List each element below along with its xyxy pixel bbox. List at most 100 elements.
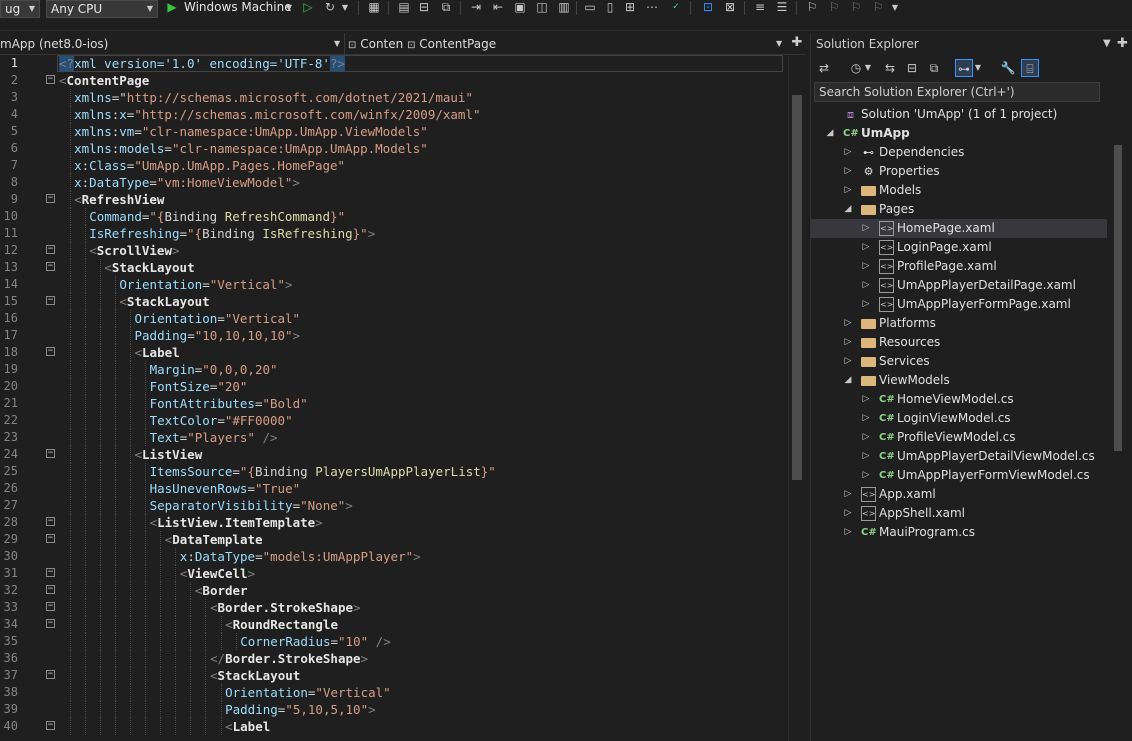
code-line[interactable]: 21 FontAttributes="Bold" <box>0 395 790 412</box>
toolbar-overflow-icon[interactable]: ▼ <box>890 0 900 16</box>
expand-node-icon[interactable]: ▷ <box>843 181 853 200</box>
tree-item[interactable]: ⧈ Solution 'UmApp' (1 of 1 project) <box>811 105 1107 124</box>
start-debugging-icon[interactable]: ▶ <box>164 0 180 16</box>
tree-item[interactable]: ▷ C# HomeViewModel.cs <box>811 390 1107 409</box>
expand-node-icon[interactable]: ▷ <box>843 485 853 504</box>
filter-dropdown-icon[interactable]: ▼ <box>973 59 983 77</box>
expand-node-icon[interactable]: ▷ <box>843 162 853 181</box>
sync-with-document-icon[interactable]: ⇆ <box>881 59 899 77</box>
comment-icon[interactable]: ⊡ <box>700 0 716 16</box>
collapse-node-icon[interactable]: ◢ <box>843 371 853 390</box>
collapse-region-icon[interactable]: − <box>46 194 55 203</box>
properties-wrench-icon[interactable]: 🔧 <box>999 59 1017 77</box>
terminal-icon[interactable]: ▣ <box>512 0 528 16</box>
project-context-dropdown[interactable]: mApp (net8.0-ios) ▼ <box>0 33 345 55</box>
expand-node-icon[interactable]: ▷ <box>843 523 853 542</box>
code-line[interactable]: 1 <?xml version='1.0' encoding='UTF-8'?> <box>0 55 790 72</box>
panel-icon[interactable]: ▥ <box>556 0 572 16</box>
code-line[interactable]: 38 Orientation="Vertical" <box>0 684 790 701</box>
tree-item[interactable]: ▷ <> AppShell.xaml <box>811 504 1107 523</box>
tree-item[interactable]: ▷ C# ProfileViewModel.cs <box>811 428 1107 447</box>
solution-platform-combo[interactable]: Any CPU ▼ <box>46 0 158 18</box>
expand-node-icon[interactable]: ▷ <box>861 409 871 428</box>
prev-bookmark-icon[interactable]: ⚐ <box>826 0 842 16</box>
tree-item[interactable]: ▷ Platforms <box>811 314 1107 333</box>
code-line[interactable]: 24 − <ListView <box>0 446 790 463</box>
code-line[interactable]: 10 Command="{Binding RefreshCommand}" <box>0 208 790 225</box>
code-line[interactable]: 35 CornerRadius="10" /> <box>0 633 790 650</box>
uncomment-icon[interactable]: ⊠ <box>722 0 738 16</box>
expand-node-icon[interactable]: ▷ <box>843 504 853 523</box>
code-line[interactable]: 40 − <Label <box>0 718 790 735</box>
tree-item[interactable]: ▷ <> HomePage.xaml <box>811 219 1107 238</box>
tree-item[interactable]: ▷ <> UmAppPlayerFormPage.xaml <box>811 295 1107 314</box>
collapse-node-icon[interactable]: ◢ <box>843 200 853 219</box>
solution-explorer-search-input[interactable] <box>814 82 1100 102</box>
code-line[interactable]: 4 xmlns:x="http://schemas.microsoft.com/w… <box>0 106 790 123</box>
expand-node-icon[interactable]: ▷ <box>861 390 871 409</box>
code-line[interactable]: 31 − <ViewCell> <box>0 565 790 582</box>
next-bookmark-icon[interactable]: ⚐ <box>848 0 864 16</box>
collapse-region-icon[interactable]: − <box>46 670 55 679</box>
code-line[interactable]: 3 xmlns="http://schemas.microsoft.com/dot… <box>0 89 790 106</box>
collapse-region-icon[interactable]: − <box>46 75 55 84</box>
editor-vertical-scrollbar[interactable] <box>788 55 804 741</box>
expand-node-icon[interactable]: ▷ <box>861 295 871 314</box>
code-line[interactable]: 26 HasUnevenRows="True" <box>0 480 790 497</box>
code-line[interactable]: 11 IsRefreshing="{Binding IsRefreshing}"> <box>0 225 790 242</box>
clear-bookmarks-icon[interactable]: ⚐ <box>870 0 886 16</box>
collapse-region-icon[interactable]: − <box>46 262 55 271</box>
expand-node-icon[interactable]: ▷ <box>861 257 871 276</box>
expand-node-icon[interactable]: ▷ <box>843 143 853 162</box>
filter-icon[interactable]: ⊶ <box>955 59 973 77</box>
code-line[interactable]: 36 </Border.StrokeShape> <box>0 650 790 667</box>
hot-reload-dropdown-icon[interactable]: ▼ <box>340 0 350 16</box>
hot-reload-icon[interactable]: ↻ <box>322 0 338 16</box>
collapse-region-icon[interactable]: − <box>46 602 55 611</box>
switch-views-icon[interactable]: ⇄ <box>815 59 833 77</box>
tree-item[interactable]: ▷ ⊷ Dependencies <box>811 143 1107 162</box>
expand-node-icon[interactable]: ▷ <box>861 219 871 238</box>
collapse-node-icon[interactable]: ◢ <box>825 124 835 143</box>
code-line[interactable]: 12 − <ScrollView> <box>0 242 790 259</box>
tree-item[interactable]: ▷ ⚙ Properties <box>811 162 1107 181</box>
run-target-button[interactable]: Windows Machine <box>184 0 292 15</box>
code-line[interactable]: 34 − <RoundRectangle <box>0 616 790 633</box>
tree-item[interactable]: ◢ ViewModels <box>811 371 1107 390</box>
code-line[interactable]: 22 TextColor="#FF0000" <box>0 412 790 429</box>
code-line[interactable]: 14 Orientation="Vertical"> <box>0 276 790 293</box>
expand-node-icon[interactable]: ▷ <box>861 428 871 447</box>
element-navigation-dropdown[interactable]: ⊡ Conten ⊡ ContentPage ▼ <box>348 33 788 55</box>
run-target-dropdown-icon[interactable]: ▼ <box>284 0 294 16</box>
pending-changes-dropdown-icon[interactable]: ▼ <box>863 59 873 77</box>
code-line[interactable]: 16 Orientation="Vertical" <box>0 310 790 327</box>
collapse-region-icon[interactable]: − <box>46 245 55 254</box>
collapse-region-icon[interactable]: − <box>46 568 55 577</box>
indent-icon[interactable]: ≡ <box>752 0 768 16</box>
device-icon[interactable]: ▯ <box>602 0 618 16</box>
code-line[interactable]: 6 xmlns:models="clr-namespace:UmApp.UmApp… <box>0 140 790 157</box>
open-folder-icon[interactable]: ▦ <box>366 0 382 16</box>
code-line[interactable]: 2 − <ContentPage <box>0 72 790 89</box>
code-line[interactable]: 33 − <Border.StrokeShape> <box>0 599 790 616</box>
step-into-icon[interactable]: ⇥ <box>468 0 484 16</box>
code-line[interactable]: 15 − <StackLayout <box>0 293 790 310</box>
tree-item[interactable]: ▷ C# UmAppPlayerDetailViewModel.cs <box>811 447 1107 466</box>
code-line[interactable]: 32 − <Border <box>0 582 790 599</box>
collapse-region-icon[interactable]: − <box>46 347 55 356</box>
solution-explorer-scrollbar[interactable] <box>1109 33 1125 741</box>
monitor-icon[interactable]: ▭ <box>582 0 598 16</box>
code-line[interactable]: 19 Margin="0,0,0,20" <box>0 361 790 378</box>
code-line[interactable]: 8 x:DataType="vm:HomeViewModel"> <box>0 174 790 191</box>
expand-node-icon[interactable]: ▷ <box>861 447 871 466</box>
window-icon[interactable]: ◫ <box>534 0 550 16</box>
code-line[interactable]: 25 ItemsSource="{Binding PlayersUmAppPlay… <box>0 463 790 480</box>
expand-node-icon[interactable]: ▷ <box>861 466 871 485</box>
tree-item[interactable]: ▷ C# LoginViewModel.cs <box>811 409 1107 428</box>
code-line[interactable]: 23 Text="Players" /> <box>0 429 790 446</box>
expand-node-icon[interactable]: ▷ <box>843 314 853 333</box>
tree-item[interactable]: ▷ <> UmAppPlayerDetailPage.xaml <box>811 276 1107 295</box>
expand-node-icon[interactable]: ▷ <box>861 238 871 257</box>
code-line[interactable]: 7 x:Class="UmApp.UmApp.Pages.HomePage" <box>0 157 790 174</box>
tree-item[interactable]: ▷ Services <box>811 352 1107 371</box>
